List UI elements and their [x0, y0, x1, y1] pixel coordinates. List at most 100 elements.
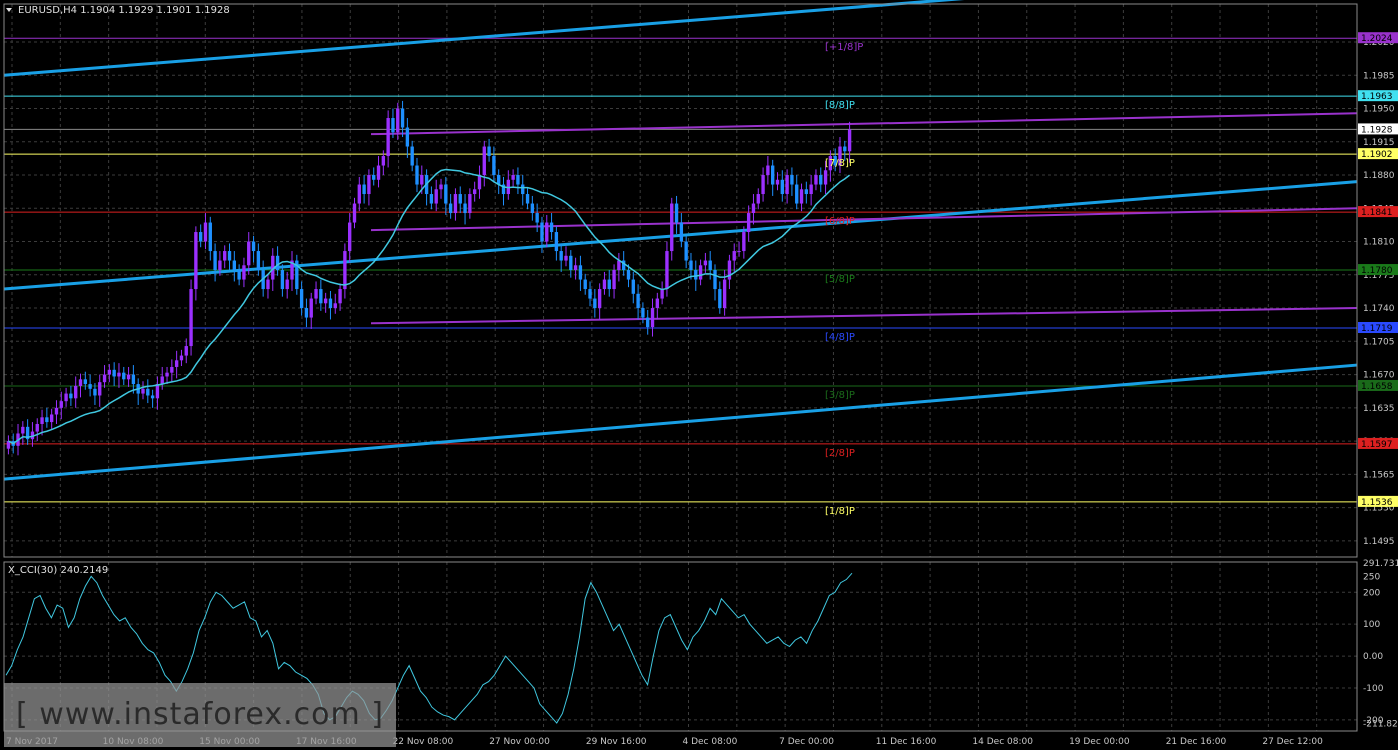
- candle-body: [64, 393, 68, 402]
- candle-body: [631, 279, 635, 294]
- time-tick-label: 7 Dec 00:00: [779, 737, 834, 747]
- time-tick-label: 27 Nov 00:00: [489, 737, 550, 747]
- candle-body: [665, 251, 669, 290]
- candle-body: [45, 417, 49, 423]
- candle-body: [223, 251, 227, 261]
- candle-body: [602, 279, 607, 290]
- candle-body: [232, 260, 237, 271]
- watermark: [ www.instaforex.com ]: [4, 683, 396, 747]
- time-tick-label: 19 Dec 00:00: [1069, 737, 1130, 747]
- candle-body: [809, 184, 813, 195]
- candle-body: [708, 260, 712, 271]
- candle-body: [227, 251, 232, 261]
- candle-body: [463, 203, 467, 214]
- cci-tick-label: 291.7312: [1363, 559, 1398, 569]
- candle-body: [847, 129, 852, 152]
- candle-body: [564, 255, 568, 261]
- candle-body: [40, 417, 44, 424]
- candle-body: [804, 189, 809, 195]
- candle-body: [540, 222, 544, 242]
- candle-body: [790, 175, 794, 185]
- candle-body: [386, 118, 390, 157]
- time-tick-label: 29 Nov 16:00: [586, 737, 647, 747]
- cci-tick-label: -211.827: [1363, 720, 1398, 730]
- candle-body: [607, 279, 611, 290]
- candle-body: [213, 251, 217, 271]
- candle-body: [521, 184, 525, 195]
- candle-body: [170, 366, 174, 373]
- candle-body: [93, 388, 97, 396]
- murrey-label: [8/8]P: [825, 100, 855, 111]
- time-tick-label: 4 Dec 08:00: [683, 737, 738, 747]
- price-tag-label: 1.1841: [1361, 208, 1393, 218]
- candle-body: [713, 270, 717, 290]
- candle-body: [468, 194, 472, 214]
- candle-body: [352, 203, 357, 223]
- time-tick-label: 14 Dec 08:00: [972, 737, 1033, 747]
- candle-body: [516, 175, 520, 185]
- candle-body: [194, 232, 198, 290]
- candle-body: [328, 298, 333, 309]
- candle-body: [247, 241, 251, 266]
- candle-body: [122, 372, 126, 380]
- symbol-title: EURUSD,H4 1.1904 1.1929 1.1901 1.1928: [18, 5, 230, 16]
- time-tick-label: 21 Dec 16:00: [1166, 737, 1227, 747]
- candle-body: [698, 265, 703, 280]
- candle-body: [83, 379, 87, 385]
- candle-body: [439, 184, 443, 190]
- price-tick-label: 1.1670: [1363, 371, 1395, 381]
- candle-body: [453, 194, 458, 214]
- candle-body: [415, 165, 419, 185]
- candle-body: [338, 289, 342, 304]
- candle-body: [583, 279, 587, 290]
- candle-body: [559, 251, 563, 261]
- murrey-label: [5/8]P: [825, 274, 855, 285]
- candle-body: [381, 156, 386, 166]
- price-tick-label: 1.1495: [1363, 537, 1395, 547]
- cci-tick-label: 250: [1363, 572, 1380, 582]
- candle-body: [742, 232, 746, 252]
- candle-body: [323, 298, 328, 304]
- time-tick-label: 22 Nov 08:00: [393, 737, 454, 747]
- price-tag-label: 1.2024: [1361, 34, 1393, 44]
- candle-body: [843, 146, 847, 152]
- candle-body: [795, 184, 799, 204]
- candle-body: [410, 146, 414, 166]
- candle-body: [761, 175, 765, 195]
- candle-body: [751, 203, 756, 214]
- candle-body: [242, 265, 246, 280]
- candle-body: [694, 270, 698, 280]
- candle-body: [237, 270, 241, 280]
- candle-body: [785, 175, 789, 195]
- candle-body: [660, 289, 664, 299]
- candle-body: [102, 374, 107, 383]
- candle-body: [823, 170, 828, 185]
- candle-body: [319, 289, 323, 304]
- price-tick-label: 1.1880: [1363, 171, 1395, 181]
- price-tag-label: 1.1719: [1361, 324, 1393, 334]
- candle-body: [549, 222, 554, 233]
- candle-body: [299, 289, 304, 309]
- candle-body: [117, 372, 121, 377]
- candle-body: [487, 146, 491, 157]
- candle-body: [689, 260, 693, 271]
- cci-tick-label: 0.00: [1363, 652, 1383, 662]
- candle-body: [617, 260, 621, 271]
- candle-body: [78, 379, 83, 386]
- cci-tick-label: 200: [1363, 588, 1380, 598]
- candle-body: [737, 251, 741, 253]
- candle-body: [655, 298, 660, 309]
- candle-body: [780, 179, 784, 195]
- candle-body: [367, 175, 371, 195]
- candle-body: [650, 308, 655, 328]
- candle-body: [141, 388, 145, 394]
- candle-body: [597, 289, 602, 309]
- candle-body: [472, 189, 477, 195]
- candle-body: [275, 255, 280, 271]
- price-tick-label: 1.1985: [1363, 71, 1395, 81]
- candle-body: [203, 222, 208, 242]
- candle-body: [357, 184, 361, 204]
- candle-body: [766, 165, 770, 176]
- candle-body: [525, 194, 530, 204]
- price-tag-label: 1.1536: [1361, 498, 1393, 508]
